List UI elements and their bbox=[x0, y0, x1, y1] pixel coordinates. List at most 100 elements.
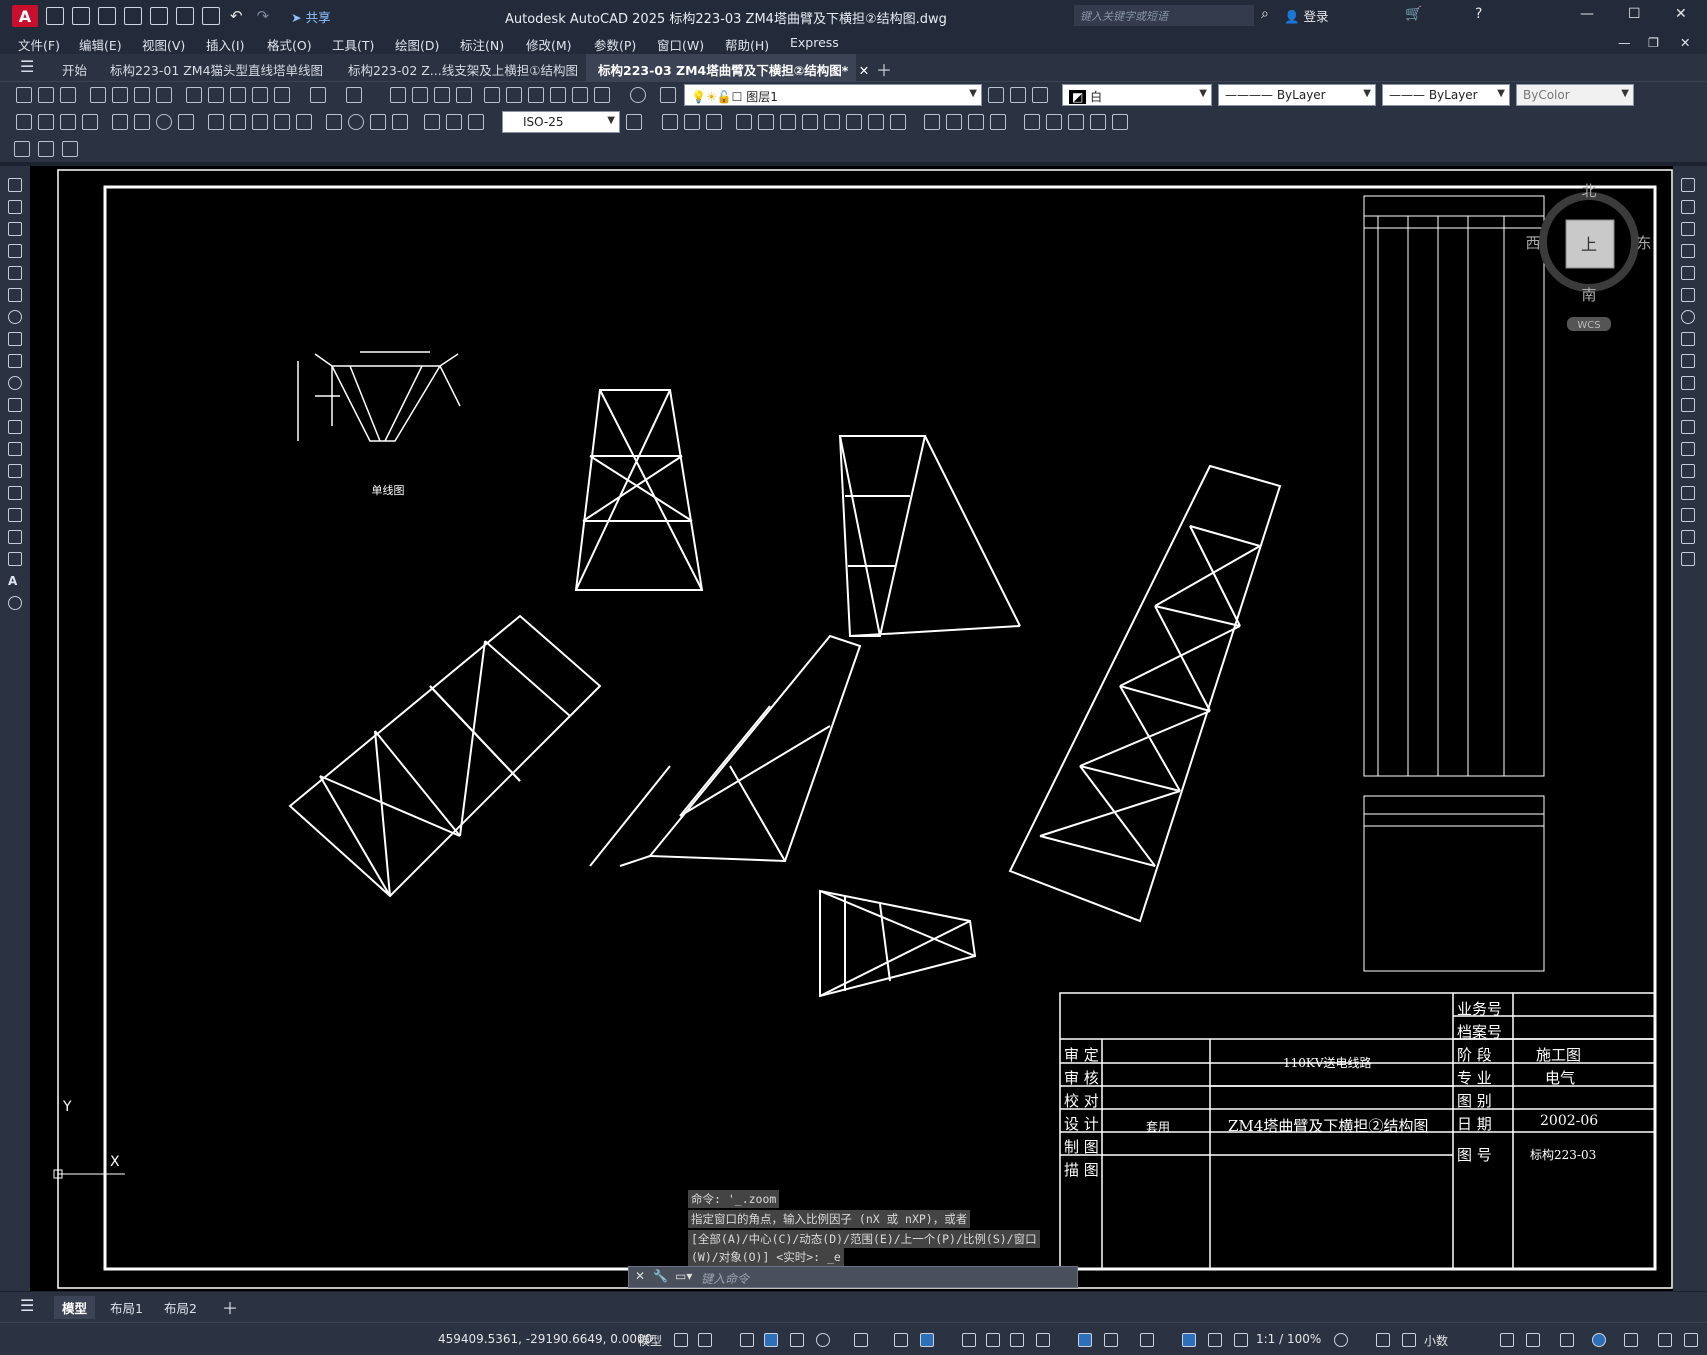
tab-start[interactable]: 开始 bbox=[50, 54, 99, 82]
stretch-side-icon[interactable] bbox=[1681, 354, 1695, 368]
jogged-dim-icon[interactable] bbox=[134, 114, 150, 130]
modify-chamfer-icon[interactable] bbox=[924, 114, 940, 130]
help-icon[interactable]: ? bbox=[1475, 6, 1482, 22]
color-select[interactable]: ◩ 白 ▼ bbox=[1062, 84, 1212, 106]
dim-edit-icon[interactable] bbox=[424, 114, 440, 130]
plot-toolbar-icon[interactable] bbox=[90, 87, 106, 103]
tab-doc-1[interactable]: 标构223-01 ZM4猫头型直线塔单线图 bbox=[98, 54, 335, 82]
save-as-icon[interactable] bbox=[124, 7, 142, 25]
undo-toolbar-icon[interactable] bbox=[310, 87, 326, 103]
ellipse-icon[interactable] bbox=[8, 376, 22, 390]
gizmo-icon[interactable] bbox=[1140, 1333, 1154, 1347]
modify-mirror-icon[interactable] bbox=[684, 114, 700, 130]
annotation-visibility-icon[interactable] bbox=[1182, 1333, 1196, 1347]
dim-space-icon[interactable] bbox=[274, 114, 290, 130]
dimstyle-select[interactable]: ISO-25 ▼ bbox=[502, 111, 620, 133]
search-icon[interactable]: ⌕ bbox=[1261, 6, 1269, 22]
annotation-scale-icon[interactable] bbox=[1234, 1333, 1248, 1347]
continue-dim-icon[interactable] bbox=[252, 114, 268, 130]
menu-express[interactable]: Express bbox=[790, 35, 839, 50]
redo-toolbar-icon[interactable] bbox=[346, 87, 362, 103]
circle-icon[interactable] bbox=[8, 310, 22, 324]
lineweight-select[interactable]: ——— ByLayer ▼ bbox=[1382, 84, 1510, 106]
customization-icon[interactable] bbox=[1684, 1333, 1698, 1347]
menu-format[interactable]: 格式(O) bbox=[267, 35, 312, 54]
undo-icon[interactable]: ↶ bbox=[230, 7, 243, 25]
viewcube-south[interactable]: 南 bbox=[1581, 286, 1596, 304]
modify-move-icon[interactable] bbox=[758, 114, 774, 130]
copy-icon[interactable] bbox=[208, 87, 224, 103]
trim-side-icon[interactable] bbox=[1681, 376, 1695, 390]
attribute-icon[interactable] bbox=[1068, 114, 1084, 130]
save-toolbar-icon[interactable] bbox=[60, 87, 76, 103]
workspace-gear-icon[interactable] bbox=[1334, 1333, 1348, 1347]
properties-icon[interactable] bbox=[484, 87, 500, 103]
match-properties-icon[interactable] bbox=[252, 87, 268, 103]
graphics-performance-icon[interactable] bbox=[1592, 1333, 1606, 1347]
erase-icon[interactable] bbox=[1681, 178, 1695, 192]
plot-icon[interactable] bbox=[176, 7, 194, 25]
menu-modify[interactable]: 修改(M) bbox=[526, 35, 572, 54]
maximize-button[interactable]: ☐ bbox=[1628, 6, 1641, 22]
lock-ui-icon[interactable] bbox=[1526, 1333, 1540, 1347]
pan-icon[interactable] bbox=[390, 87, 406, 103]
login-button[interactable]: 👤 登录 bbox=[1284, 6, 1329, 25]
viewcube-east[interactable]: 东 bbox=[1636, 234, 1651, 252]
hamburger-menu-icon[interactable]: ☰ bbox=[8, 54, 46, 82]
layer-properties-icon[interactable] bbox=[660, 87, 676, 103]
object-snap-tracking-icon[interactable] bbox=[894, 1333, 908, 1347]
sheet-set-icon[interactable] bbox=[550, 87, 566, 103]
insert-block-side-icon[interactable] bbox=[8, 420, 22, 434]
join-side-icon[interactable] bbox=[1681, 464, 1695, 478]
model-space-button[interactable]: 模型 bbox=[638, 1332, 662, 1349]
fillet-side-icon[interactable] bbox=[1681, 508, 1695, 522]
new-file-icon[interactable] bbox=[46, 7, 64, 25]
create-block-icon[interactable] bbox=[1046, 114, 1062, 130]
annotation-scale-value[interactable]: 1:1 / 100% bbox=[1256, 1332, 1321, 1346]
zoom-previous-icon[interactable] bbox=[456, 87, 472, 103]
publish-toolbar-icon[interactable] bbox=[134, 87, 150, 103]
hatch-to-back-icon[interactable] bbox=[62, 141, 78, 157]
paste-icon[interactable] bbox=[230, 87, 246, 103]
point-icon[interactable] bbox=[8, 464, 22, 478]
selection-filter-icon[interactable] bbox=[1104, 1333, 1118, 1347]
grid-icon[interactable] bbox=[674, 1333, 688, 1347]
markup-icon[interactable] bbox=[572, 87, 588, 103]
linetype-select[interactable]: ———— ByLayer ▼ bbox=[1218, 84, 1376, 106]
arc-icon[interactable] bbox=[8, 288, 22, 302]
open-icon[interactable] bbox=[38, 87, 54, 103]
units-value[interactable]: 小数 bbox=[1424, 1332, 1448, 1349]
layer-state-icon[interactable] bbox=[1032, 87, 1048, 103]
dim-style-manager-icon[interactable] bbox=[626, 114, 642, 130]
menu-view[interactable]: 视图(V) bbox=[142, 35, 185, 54]
close-command-icon[interactable]: ✕ bbox=[635, 1269, 645, 1283]
plotstyle-select[interactable]: ByColor ▼ bbox=[1516, 84, 1634, 106]
object-snap-icon[interactable] bbox=[920, 1333, 934, 1347]
dynamic-ucs-icon[interactable] bbox=[1078, 1333, 1092, 1347]
open-file-icon[interactable] bbox=[72, 7, 90, 25]
linear-dim-icon[interactable] bbox=[16, 114, 32, 130]
layer-select[interactable]: 💡☀🔓☐ 图层1 ▼ bbox=[684, 84, 982, 106]
chamfer-side-icon[interactable] bbox=[1681, 486, 1695, 500]
auto-scale-icon[interactable] bbox=[1208, 1333, 1222, 1347]
modify-extend-icon[interactable] bbox=[868, 114, 884, 130]
cut-icon[interactable] bbox=[186, 87, 202, 103]
layout-menu-icon[interactable]: ☰ bbox=[20, 1296, 34, 1315]
block-editor-icon[interactable] bbox=[274, 87, 290, 103]
modify-trim-icon[interactable] bbox=[846, 114, 862, 130]
new-icon[interactable] bbox=[16, 87, 32, 103]
construction-line-icon[interactable] bbox=[8, 200, 22, 214]
make-block-icon[interactable] bbox=[8, 442, 22, 456]
region-icon[interactable] bbox=[8, 530, 22, 544]
line-tool-icon[interactable] bbox=[8, 178, 22, 192]
infer-constraints-icon[interactable] bbox=[740, 1333, 754, 1347]
center-mark-icon[interactable] bbox=[348, 114, 364, 130]
modify-explode-icon[interactable] bbox=[990, 114, 1006, 130]
radius-dim-icon[interactable] bbox=[112, 114, 128, 130]
coordinates-readout[interactable]: 459409.5361, -29190.6649, 0.0000 bbox=[438, 1332, 652, 1346]
close-button[interactable]: ✕ bbox=[1675, 6, 1687, 22]
help-toolbar-icon[interactable] bbox=[630, 87, 646, 103]
modify-copy-icon[interactable] bbox=[662, 114, 678, 130]
angular-dim-icon[interactable] bbox=[178, 114, 194, 130]
doc-minimize-button[interactable]: — bbox=[1618, 35, 1631, 50]
